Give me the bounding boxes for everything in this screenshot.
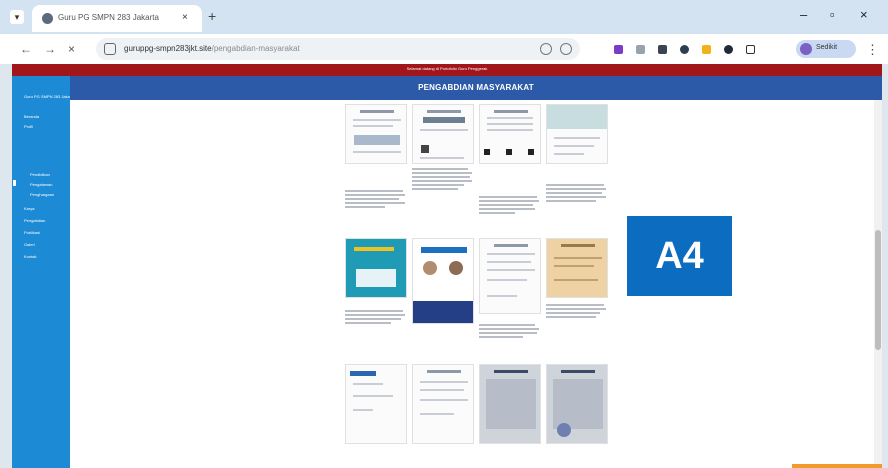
extension-icon[interactable] xyxy=(658,45,667,54)
url-text: guruppg-smpn283jkt.site/pengabdian-masya… xyxy=(124,44,300,53)
puzzle-icon[interactable] xyxy=(746,45,755,54)
sidebar-item[interactable]: Beranda xyxy=(24,114,39,119)
document-image xyxy=(479,364,541,444)
tab-search-icon[interactable]: ▾ xyxy=(10,10,24,24)
web-page: Selamat datang di Portofolio Guru Pengge… xyxy=(12,64,882,468)
tab-strip: ▾ Guru PG SMPN 283 Jakarta × + – ▫ × xyxy=(0,0,888,34)
certificate-image xyxy=(546,238,608,298)
forward-icon[interactable]: → xyxy=(44,42,56,56)
scrollbar[interactable] xyxy=(874,100,882,468)
url-host: guruppg-smpn283jkt.site xyxy=(124,44,212,53)
top-notice: Selamat datang di Portofolio Guru Pengge… xyxy=(406,66,488,71)
document-image xyxy=(345,364,407,444)
extension-icon[interactable] xyxy=(702,45,711,54)
extension-icon[interactable] xyxy=(614,45,623,54)
certificate-image xyxy=(412,104,474,164)
active-tab[interactable]: Guru PG SMPN 283 Jakarta × xyxy=(32,5,202,32)
profile-button[interactable]: Sedikit xyxy=(796,40,856,58)
new-tab-button[interactable]: + xyxy=(208,9,216,23)
sidebar-item[interactable]: Pengalaman xyxy=(30,182,52,187)
certificate-image xyxy=(345,104,407,164)
maximize-button[interactable]: ▫ xyxy=(830,8,835,22)
browser-window: ▾ Guru PG SMPN 283 Jakarta × + – ▫ × ← →… xyxy=(0,0,888,468)
certificate-image xyxy=(546,104,608,164)
stop-icon[interactable]: × xyxy=(68,42,75,56)
page-header: PENGABDIAN MASYARAKAT xyxy=(70,76,882,100)
scroll-thumb[interactable] xyxy=(875,230,881,350)
card-caption xyxy=(479,196,541,216)
poster-image xyxy=(412,238,474,324)
extension-icon[interactable] xyxy=(636,45,645,54)
tab-close-icon[interactable]: × xyxy=(182,12,188,23)
document-image xyxy=(546,364,608,444)
close-window-button[interactable]: × xyxy=(860,8,868,22)
bookmark-star-icon[interactable] xyxy=(560,43,572,55)
sidebar: Guru PG SMPN 283 Jakarta Beranda Profil … xyxy=(12,76,74,468)
extension-icon[interactable] xyxy=(724,45,733,54)
sidebar-item[interactable]: Kontak xyxy=(24,254,36,259)
favicon-icon xyxy=(42,13,53,24)
document-image xyxy=(412,364,474,444)
minimize-button[interactable]: – xyxy=(800,8,807,22)
sidebar-item[interactable]: Pendidikan xyxy=(30,172,50,177)
card-caption xyxy=(412,168,474,192)
orange-accent-bar xyxy=(792,464,882,468)
zoom-icon[interactable] xyxy=(540,43,552,55)
address-bar[interactable]: guruppg-smpn283jkt.site/pengabdian-masya… xyxy=(96,38,580,60)
browser-toolbar: ← → × guruppg-smpn283jkt.site/pengabdian… xyxy=(0,34,888,64)
certificate-image xyxy=(479,104,541,164)
extension-icon[interactable] xyxy=(680,45,689,54)
url-path: /pengabdian-masyarakat xyxy=(211,44,300,53)
sidebar-item[interactable]: Profil xyxy=(24,124,33,129)
avatar xyxy=(800,43,812,55)
card-caption xyxy=(345,190,407,210)
card-caption xyxy=(546,184,608,204)
top-notice-bar: Selamat datang di Portofolio Guru Pengge… xyxy=(12,64,882,76)
card-caption xyxy=(479,324,541,340)
sidebar-item[interactable]: Galeri xyxy=(24,242,35,247)
site-info-icon[interactable] xyxy=(104,43,116,55)
tab-title: Guru PG SMPN 283 Jakarta xyxy=(58,13,159,22)
card-caption xyxy=(546,304,608,320)
profile-label: Sedikit xyxy=(816,44,838,51)
badge-label: A4 xyxy=(655,235,704,277)
sidebar-item[interactable]: Guru PG SMPN 283 Jakarta xyxy=(24,94,74,99)
sidebar-item[interactable]: Penghargaan xyxy=(30,192,54,197)
sidebar-item[interactable]: Publikasi xyxy=(24,230,40,235)
active-marker xyxy=(13,180,16,186)
sidebar-item[interactable]: Pengabdian xyxy=(24,218,45,223)
sidebar-item[interactable]: Karya xyxy=(24,206,34,211)
card-caption xyxy=(345,310,407,326)
slide-label-badge: A4 xyxy=(627,216,732,296)
poster-image xyxy=(345,238,407,298)
back-icon[interactable]: ← xyxy=(20,42,32,56)
certificate-image xyxy=(479,238,541,314)
page-title: PENGABDIAN MASYARAKAT xyxy=(418,83,534,92)
more-menu-icon[interactable]: ⋮ xyxy=(866,42,879,58)
